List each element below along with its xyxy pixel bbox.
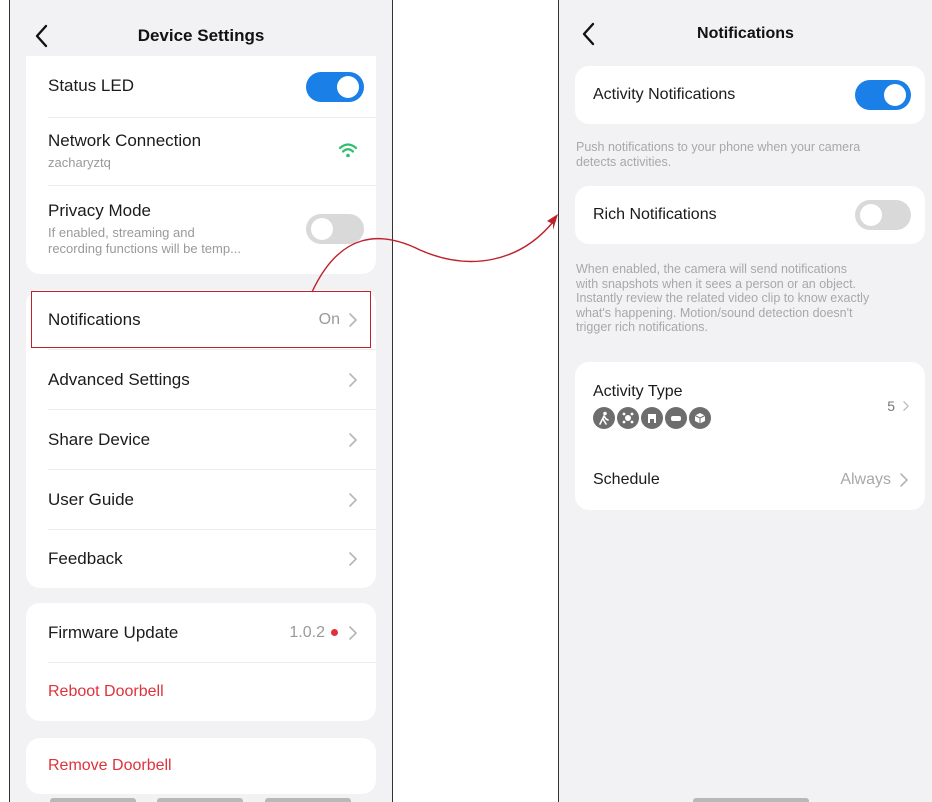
feedback-row[interactable]: Feedback — [26, 530, 376, 588]
page-title: Device Settings — [137, 26, 265, 45]
schedule-row[interactable]: Schedule Always — [575, 452, 925, 508]
person-icon — [593, 407, 615, 429]
schedule-label: Schedule — [593, 471, 660, 488]
back-button[interactable] — [575, 16, 601, 52]
privacy-mode-toggle[interactable] — [306, 214, 364, 244]
status-led-toggle[interactable] — [306, 72, 364, 102]
rich-notifications-card: Rich Notifications — [575, 186, 925, 244]
bottom-nav-segment — [50, 798, 136, 802]
status-led-row: Status LED — [26, 56, 376, 116]
bottom-nav-segment — [157, 798, 243, 802]
firmware-update-label: Firmware Update — [48, 622, 179, 642]
share-device-label: Share Device — [48, 429, 151, 449]
privacy-mode-label: Privacy Mode — [48, 201, 151, 220]
network-name: zacharyztq — [48, 155, 111, 170]
firmware-card: Firmware Update 1.0.2 Reboot Doorbell — [26, 603, 376, 721]
notifications-header: Notifications — [559, 0, 932, 68]
share-device-row[interactable]: Share Device — [26, 410, 376, 469]
rich-notifications-label: Rich Notifications — [593, 206, 717, 223]
remove-card: Remove Doorbell — [26, 738, 376, 794]
activity-notifications-label: Activity Notifications — [593, 86, 736, 103]
reboot-doorbell-row[interactable]: Reboot Doorbell — [26, 663, 376, 721]
privacy-mode-desc-line1: If enabled, streaming and — [48, 225, 195, 240]
activity-settings-card: Activity Type 5 Schedule Always — [575, 362, 925, 510]
user-guide-row[interactable]: User Guide — [26, 470, 376, 529]
chevron-right-icon — [349, 432, 358, 447]
activity-notifications-help: Push notifications to your phone when yo… — [576, 140, 861, 169]
activity-type-icons — [593, 407, 713, 429]
update-dot-badge — [331, 629, 338, 636]
schedule-value: Always — [840, 471, 891, 488]
page-title: Notifications — [697, 25, 794, 42]
chevron-left-icon — [35, 24, 48, 48]
package-icon — [689, 407, 711, 429]
privacy-mode-desc-line2: recording functions will be temp... — [48, 241, 241, 256]
status-led-label: Status LED — [48, 76, 134, 95]
activity-notifications-row: Activity Notifications — [575, 66, 925, 124]
chevron-right-icon — [349, 552, 358, 566]
firmware-update-row[interactable]: Firmware Update 1.0.2 — [26, 603, 376, 662]
vehicle-icon — [641, 407, 663, 429]
activity-type-count: 5 — [887, 398, 895, 414]
rich-notifications-toggle[interactable] — [855, 200, 911, 230]
remove-doorbell-row[interactable]: Remove Doorbell — [26, 738, 376, 794]
feedback-label: Feedback — [48, 549, 123, 568]
home-indicator — [693, 798, 809, 802]
user-guide-label: User Guide — [48, 489, 134, 509]
rich-notifications-row: Rich Notifications — [575, 186, 925, 244]
network-connection-row[interactable]: Network Connection zacharyztq — [26, 118, 376, 184]
chevron-left-icon — [582, 22, 595, 46]
advanced-settings-row[interactable]: Advanced Settings — [26, 350, 376, 409]
privacy-mode-row: Privacy Mode If enabled, streaming and r… — [26, 186, 376, 272]
advanced-settings-label: Advanced Settings — [48, 369, 190, 389]
chevron-right-icon — [900, 473, 909, 487]
activity-notifications-toggle[interactable] — [855, 80, 911, 110]
chevron-right-icon — [349, 625, 358, 640]
device-settings-screen: Device Settings Status LED Network Conne… — [9, 0, 393, 802]
reboot-doorbell-label: Reboot Doorbell — [48, 683, 164, 700]
notifications-screen: Notifications Activity Notifications Pus… — [558, 0, 932, 802]
activity-notifications-card: Activity Notifications — [575, 66, 925, 124]
activity-type-label: Activity Type — [593, 383, 683, 400]
bottom-nav-segment — [265, 798, 351, 802]
chevron-right-icon — [903, 401, 909, 411]
chevron-right-icon — [349, 372, 358, 387]
wifi-icon — [338, 143, 358, 158]
firmware-version: 1.0.2 — [289, 623, 325, 641]
pet-icon — [617, 407, 639, 429]
car-icon — [665, 407, 687, 429]
back-button[interactable] — [28, 18, 54, 54]
chevron-right-icon — [349, 492, 358, 507]
remove-doorbell-label: Remove Doorbell — [48, 757, 172, 774]
network-connection-label: Network Connection — [48, 131, 202, 150]
activity-type-row[interactable]: Activity Type 5 — [575, 362, 925, 450]
annotation-highlight-box — [31, 291, 371, 348]
rich-notifications-help: When enabled, the camera will send notif… — [576, 262, 870, 334]
device-card: Status LED Network Connection zacharyztq… — [26, 56, 376, 274]
